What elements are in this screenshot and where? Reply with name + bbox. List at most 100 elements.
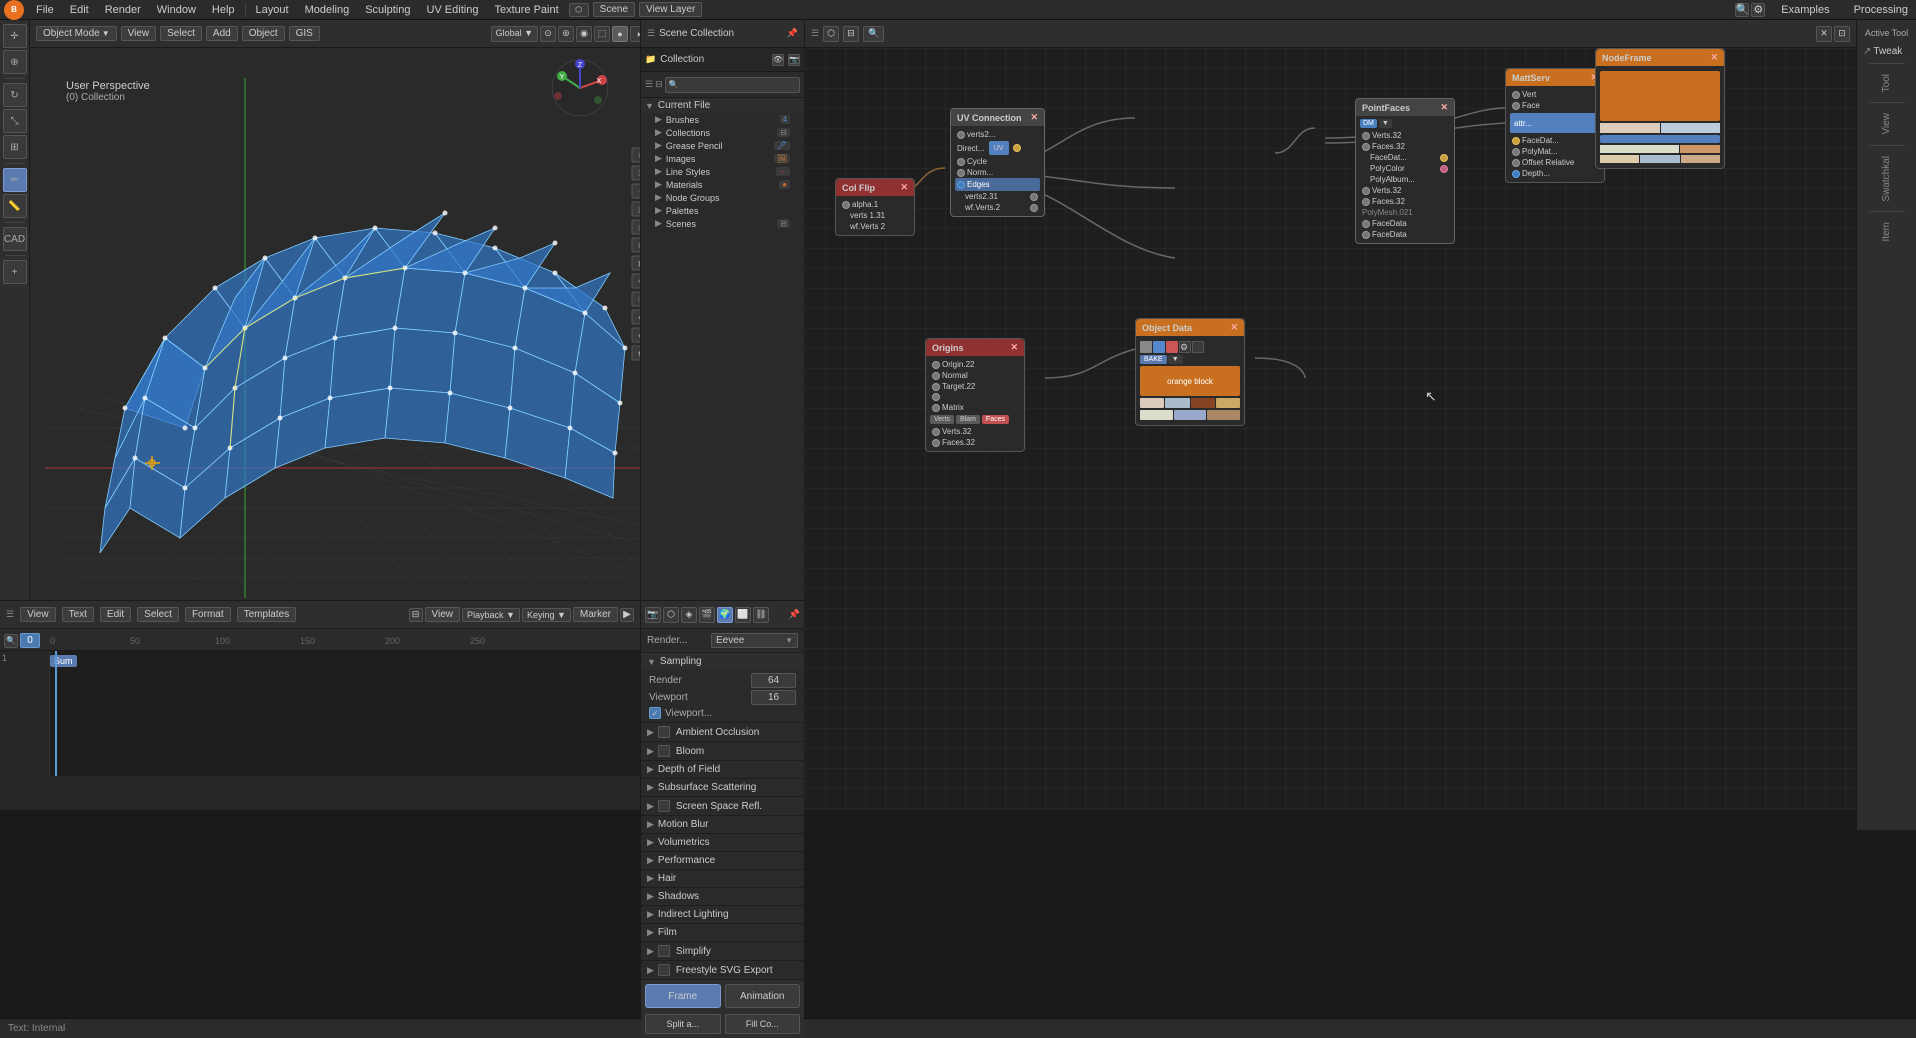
film-header[interactable]: ▶ Film (641, 924, 804, 941)
view-layer-input[interactable]: View Layer (639, 2, 702, 17)
tl-options-icon[interactable]: ⊟ (409, 608, 423, 622)
asset-brushes[interactable]: ▶ Brushes 4 (641, 113, 804, 126)
tl-playback-btn[interactable]: Playback ▼ (462, 608, 520, 622)
cursor-tool[interactable]: ✛ (3, 24, 27, 48)
node-uv-connection[interactable]: UV Connection ✕ verts2... Direct... UV C… (950, 108, 1045, 217)
search-icon[interactable]: 🔍 (1735, 3, 1749, 17)
add-btn[interactable]: Add (206, 26, 238, 41)
object-icon[interactable]: ⬜ (735, 607, 751, 623)
view-layer-icon[interactable]: ◈ (681, 607, 697, 623)
snap-btn[interactable]: ⊙ (540, 26, 556, 42)
select-btn[interactable]: Select (160, 26, 202, 41)
node-color-5[interactable] (1192, 341, 1204, 353)
menu-help[interactable]: Help (204, 2, 243, 18)
node-mode-btn[interactable]: ⬡ (823, 26, 839, 42)
node-col-flip[interactable]: Col Flip ✕ alpha.1 verts 1.31 wf.Verts 2 (835, 178, 915, 236)
filter-icon[interactable]: ☰ (645, 79, 653, 90)
world-icon[interactable]: 🌍 (717, 607, 733, 623)
scene-icon[interactable]: 🎬 (699, 607, 715, 623)
asset-grease-pencil[interactable]: ▶ Grease Pencil 🖊 (641, 139, 804, 152)
node-close-btn[interactable]: ✕ (1816, 26, 1832, 42)
scale-tool[interactable]: ⤡ (3, 109, 27, 133)
ambient-occlusion-header[interactable]: ▶ Ambient Occlusion (641, 723, 804, 741)
workspace-modeling[interactable]: Modeling (297, 2, 358, 18)
sss-header[interactable]: ▶ Subsurface Scattering (641, 779, 804, 796)
performance-header[interactable]: ▶ Performance (641, 852, 804, 869)
freestyle-header[interactable]: ▶ Freestyle SVG Export (641, 961, 804, 979)
global-transform[interactable]: Global ▼ (491, 26, 538, 42)
fill-btn[interactable]: Fill Co... (725, 1014, 801, 1034)
tl-templates-btn[interactable]: Templates (237, 607, 297, 622)
motion-blur-header[interactable]: ▶ Motion Blur (641, 816, 804, 833)
node-search-box[interactable]: 🔍 (863, 26, 884, 42)
sampling-header[interactable]: ▼ Sampling (641, 653, 804, 670)
camera-icon[interactable]: 📷 (645, 607, 661, 623)
menu-edit[interactable]: Edit (62, 2, 97, 18)
volumetrics-header[interactable]: ▶ Volumetrics (641, 834, 804, 851)
render-samples-value[interactable]: 64 (751, 673, 796, 688)
visibility-toggle[interactable]: 👁 (772, 54, 784, 66)
indirect-lighting-header[interactable]: ▶ Indirect Lighting (641, 906, 804, 923)
measure-tool[interactable]: 📏 (3, 194, 27, 218)
current-file-section[interactable]: ▼ Current File (641, 98, 804, 113)
engine-dropdown[interactable]: Eevee ▼ (711, 633, 798, 648)
bloom-checkbox[interactable] (658, 745, 670, 757)
node-mattserv[interactable]: MattServ ✕ Vert Face attr... FaceDat... … (1505, 68, 1605, 183)
menu-file[interactable]: File (28, 2, 62, 18)
frame-search-btn[interactable]: 🔍 (4, 634, 18, 648)
simplify-checkbox[interactable] (658, 945, 670, 957)
workspace-uv-editing[interactable]: UV Editing (418, 2, 486, 18)
split-btn[interactable]: Split a... (645, 1014, 721, 1034)
node-canvas[interactable]: MattServ ✕ Vert Face attr... FaceDat... … (805, 48, 1856, 810)
move-tool[interactable]: ⊕ (3, 50, 27, 74)
unpin-icon[interactable]: 📌 (789, 609, 800, 620)
ao-checkbox[interactable] (658, 726, 670, 738)
proportional-edit-btn[interactable]: ⊚ (558, 26, 574, 42)
constraints-icon[interactable]: ⛓ (753, 607, 769, 623)
node-editor-menu-icon[interactable]: ☰ (811, 28, 819, 39)
asset-line-styles[interactable]: ▶ Line Styles ⋯ (641, 165, 804, 178)
asset-materials[interactable]: ▶ Materials ● (641, 178, 804, 191)
add-tool[interactable]: + (3, 260, 27, 284)
overlay-btn[interactable]: ◉ (576, 26, 592, 42)
cad-tool[interactable]: CAD (3, 227, 27, 251)
node-maximize-btn[interactable]: ⊡ (1834, 26, 1850, 42)
asset-node-groups[interactable]: ▶ Node Groups (641, 191, 804, 204)
workspace-texture-paint[interactable]: Texture Paint (486, 2, 566, 18)
vert-btn[interactable]: Verts (930, 415, 954, 424)
ssr-header[interactable]: ▶ Screen Space Refl. (641, 797, 804, 815)
asset-collections[interactable]: ▶ Collections ⊟ (641, 126, 804, 139)
asset-scenes[interactable]: ▶ Scenes ⊟ (641, 217, 804, 230)
tl-menu-icon[interactable]: ☰ (6, 609, 14, 620)
node-options-btn[interactable]: ⊟ (843, 26, 859, 42)
playhead[interactable] (55, 651, 57, 776)
mode-dropdown[interactable]: Object Mode▼ (36, 26, 117, 41)
tl-view2-btn[interactable]: View (425, 607, 461, 622)
tl-select-btn[interactable]: Select (137, 607, 179, 622)
ssr-checkbox[interactable] (658, 800, 670, 812)
viewport-canvas[interactable]: User Perspective (0) Collection (30, 48, 670, 600)
solid-shading-btn[interactable]: ● (612, 26, 628, 42)
collection-pin-btn[interactable]: 📌 (787, 28, 798, 39)
tl-format-btn[interactable]: Format (185, 607, 231, 622)
workspace-sculpting[interactable]: Sculpting (357, 2, 418, 18)
viewport-samples-value[interactable]: 16 (751, 690, 796, 705)
menu-window[interactable]: Window (149, 2, 204, 18)
menu-render[interactable]: Render (97, 2, 149, 18)
workspace-layout[interactable]: Layout (248, 2, 297, 18)
output-icon[interactable]: ⬡ (663, 607, 679, 623)
hair-header[interactable]: ▶ Hair (641, 870, 804, 887)
transform-tool[interactable]: ⊞ (3, 135, 27, 159)
node-color-1[interactable] (1140, 341, 1152, 353)
tl-marker-btn[interactable]: Marker (573, 607, 618, 622)
xray-btn[interactable]: ⬚ (594, 26, 610, 42)
tl-view-btn[interactable]: View (20, 607, 56, 622)
shadows-header[interactable]: ▶ Shadows (641, 888, 804, 905)
object-btn[interactable]: Object (242, 26, 285, 41)
bloom-header[interactable]: ▶ Bloom (641, 742, 804, 760)
simplify-header[interactable]: ▶ Simplify (641, 942, 804, 960)
node-frame-large[interactable]: NodeFrame ✕ (1595, 48, 1725, 169)
dof-header[interactable]: ▶ Depth of Field (641, 761, 804, 778)
freestyle-checkbox[interactable] (658, 964, 670, 976)
annotate-tool[interactable]: ✏ (3, 168, 27, 192)
